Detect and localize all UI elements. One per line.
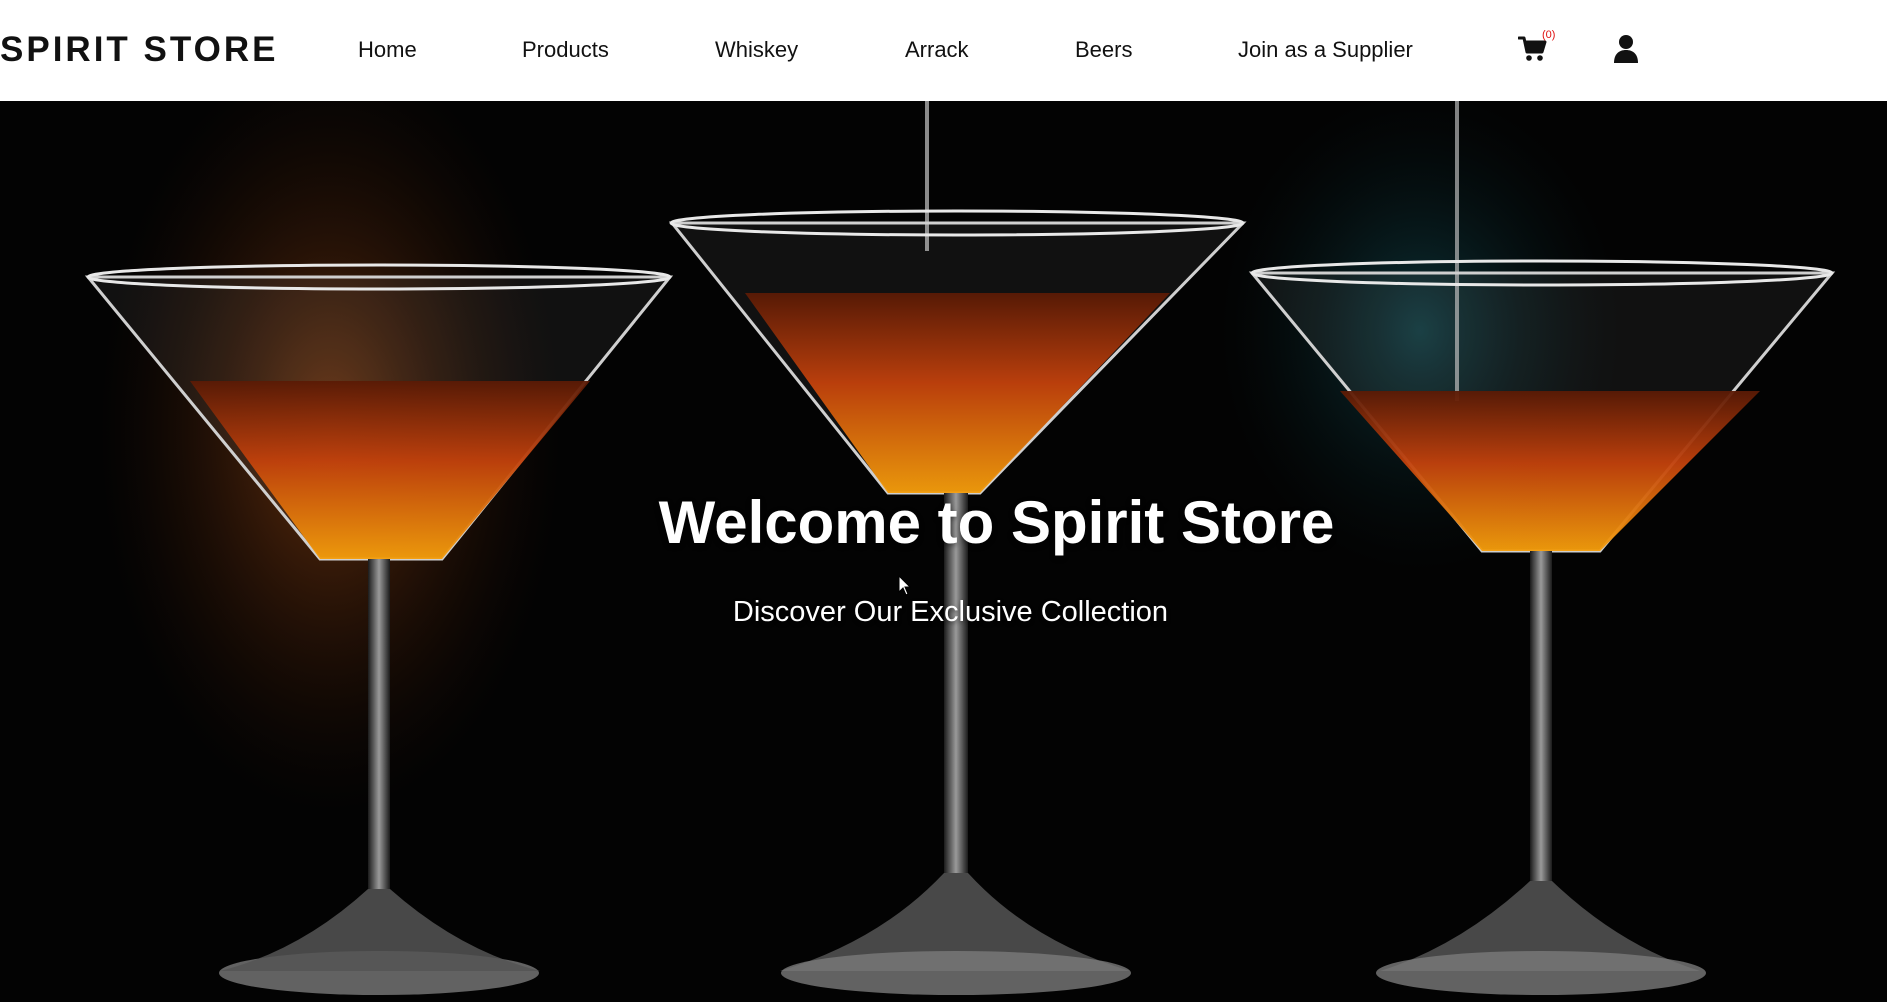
- cart-count-badge: (0): [1542, 29, 1556, 41]
- nav-link-whiskey[interactable]: Whiskey: [715, 37, 798, 63]
- top-navbar: SPIRIT STORE Home Products Whiskey Arrac…: [0, 0, 1887, 101]
- account-button[interactable]: [1613, 34, 1639, 64]
- hero-subtitle: Discover Our Exclusive Collection: [732, 596, 1169, 628]
- nav-link-products[interactable]: Products: [522, 37, 609, 63]
- user-icon: [1614, 35, 1638, 63]
- hero-title: Welcome to Spirit Store: [658, 489, 1335, 556]
- nav-link-beers[interactable]: Beers: [1075, 37, 1132, 63]
- brand-logo-text[interactable]: SPIRIT STORE: [0, 30, 278, 70]
- hero-banner: Welcome to Spirit Store Discover Our Exc…: [0, 101, 1887, 1002]
- nav-link-home[interactable]: Home: [358, 37, 417, 63]
- cart-button[interactable]: (0): [1518, 29, 1558, 67]
- mouse-cursor-icon: [898, 575, 912, 596]
- nav-link-join-as-supplier[interactable]: Join as a Supplier: [1238, 37, 1413, 63]
- nav-link-arrack[interactable]: Arrack: [905, 37, 969, 63]
